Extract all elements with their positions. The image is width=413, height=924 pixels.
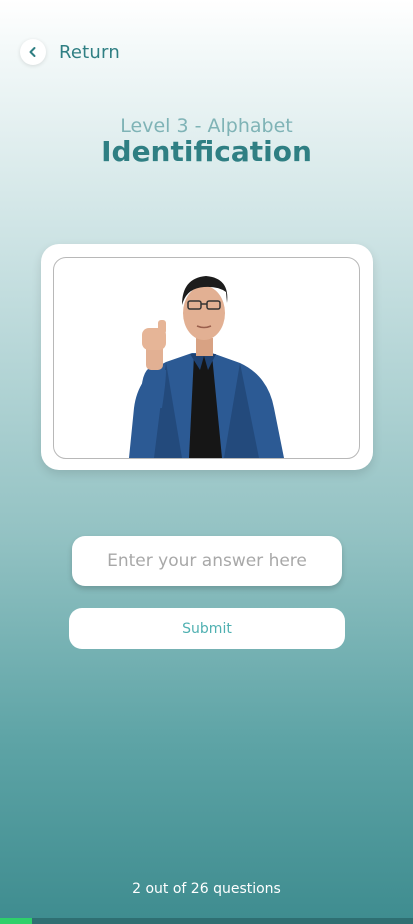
- return-button[interactable]: Return: [20, 39, 120, 65]
- sign-language-image: [53, 257, 360, 459]
- sign-media-card: [41, 244, 373, 470]
- progress-bar-fill: [0, 918, 32, 924]
- progress-bar: [0, 918, 413, 924]
- page-title: Identification: [101, 135, 312, 168]
- level-subtitle: Level 3 - Alphabet: [120, 115, 293, 137]
- question-progress-text: 2 out of 26 questions: [132, 881, 281, 897]
- answer-input[interactable]: [72, 536, 342, 586]
- submit-button[interactable]: Submit: [69, 608, 345, 649]
- return-label[interactable]: Return: [59, 42, 120, 63]
- chevron-left-icon[interactable]: [20, 39, 46, 65]
